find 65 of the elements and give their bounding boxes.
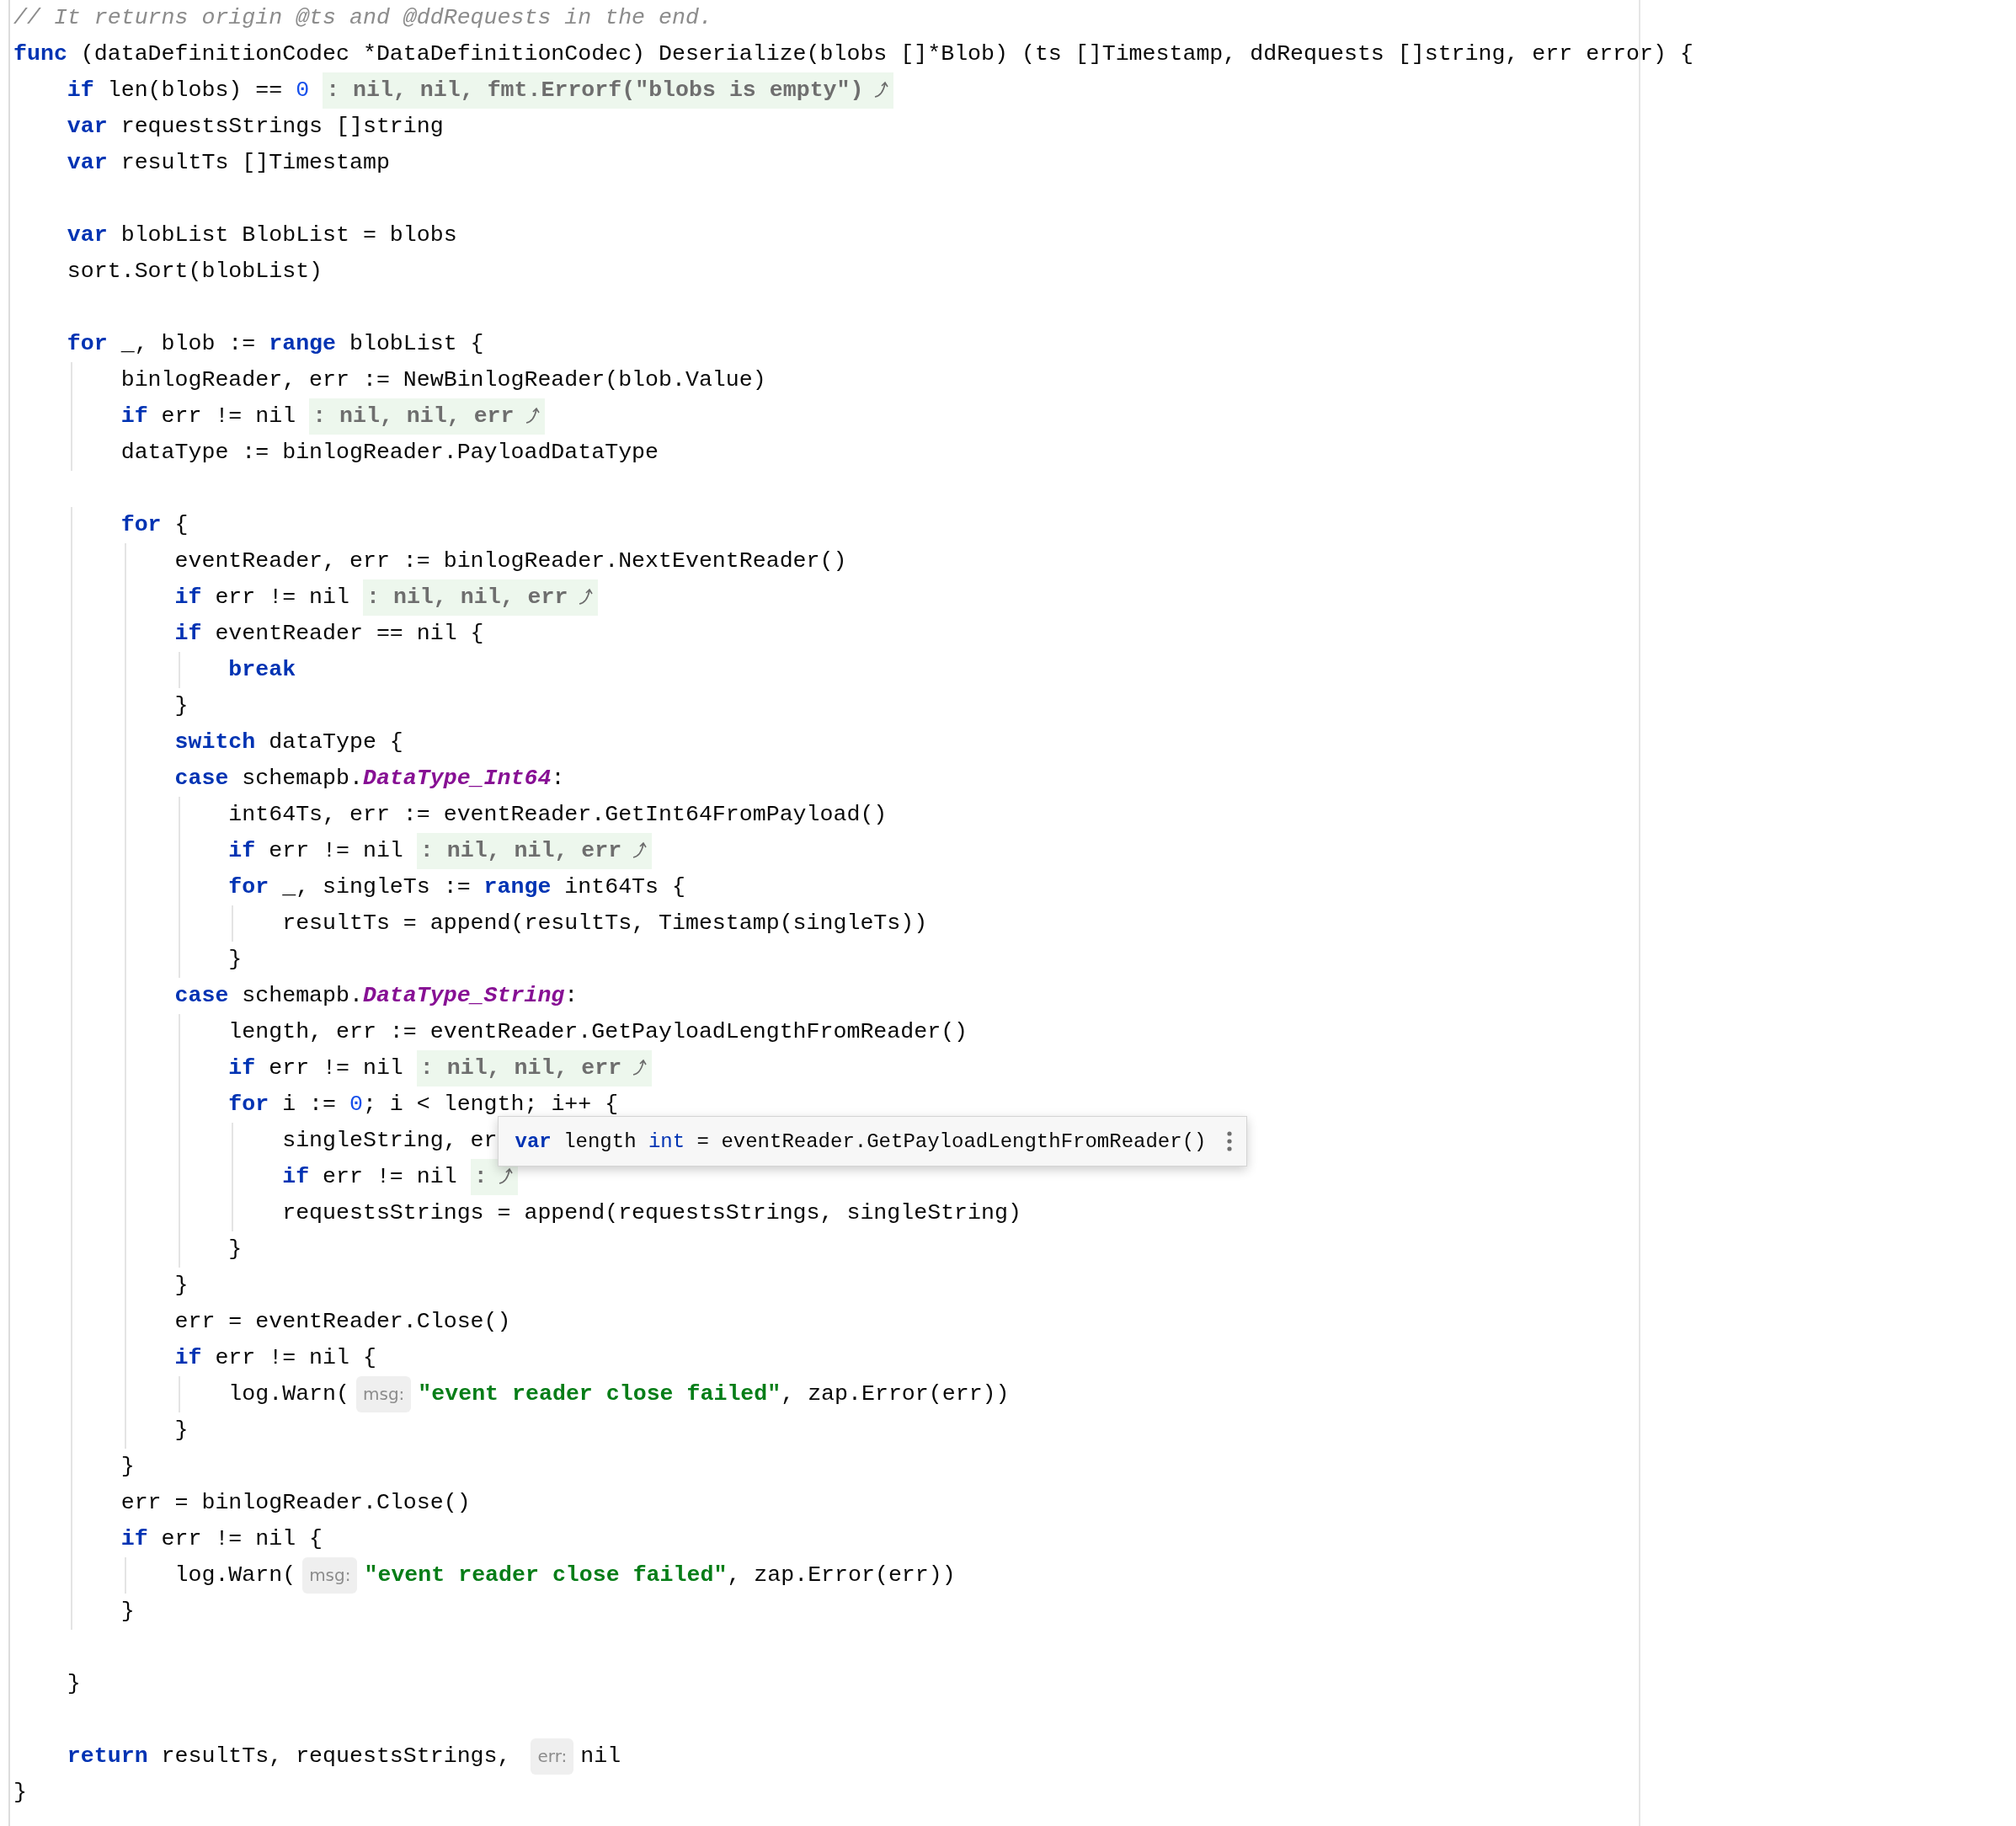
folded-code[interactable]: : nil, nil, err [363, 579, 599, 616]
code-text: log.Warn( [173, 1562, 296, 1589]
code-text: var resultTs []Timestamp [66, 149, 390, 177]
tooltip-text: var length int = eventReader.GetPayloadLengthFromReader() [515, 1129, 1207, 1155]
curved-arrow-icon [873, 80, 891, 99]
code-text: for i := 0; i < length; i++ { [227, 1091, 619, 1119]
code-text: case schemapb.DataType_Int64: [173, 765, 565, 793]
code-text: requestsStrings = append(requestsStrings, singleString) [281, 1199, 1021, 1227]
code-text: } [66, 1670, 81, 1698]
code-text: if err != nil [227, 1054, 403, 1082]
code-text: } [227, 946, 243, 974]
code-text: if err != nil [281, 1163, 457, 1191]
curved-arrow-icon [578, 587, 595, 606]
code-text: } [173, 1272, 189, 1300]
code-text: } [13, 1779, 27, 1807]
more-icon[interactable] [1225, 1130, 1233, 1152]
code-text: singleString, er [281, 1127, 498, 1155]
folded-code[interactable]: : nil, nil, err [416, 833, 653, 869]
code-text: var requestsStrings []string [66, 113, 444, 141]
parameter-hint: msg: [356, 1376, 412, 1412]
code-text: err = eventReader.Close() [173, 1308, 511, 1336]
code-text: int64Ts, err := eventReader.GetInt64FromPayload() [227, 801, 888, 829]
folded-code[interactable]: : nil, nil, fmt.Errorf("blobs is empty") [323, 72, 894, 109]
code-text: var blobList BlobList = blobs [66, 222, 457, 249]
code-text: func (dataDefinitionCodec *DataDefinitionCodec) Deserialize(blobs []*Blob) (ts []Timestamp, ddRequests []string, err error) { [13, 40, 1693, 68]
curved-arrow-icon [497, 1167, 515, 1185]
code-text: if err != nil { [120, 1525, 323, 1553]
curved-arrow-icon [632, 841, 649, 859]
folded-code[interactable]: : nil, nil, err [416, 1050, 653, 1087]
curved-arrow-icon [632, 1058, 649, 1076]
code-text: } [120, 1598, 135, 1626]
code-text: } [120, 1453, 135, 1481]
parameter-hint: err: [531, 1738, 574, 1775]
code-text: if err != nil { [173, 1344, 376, 1372]
code-text: length, err := eventReader.GetPayloadLengthFromReader() [227, 1018, 968, 1046]
code-text: break [227, 656, 296, 684]
code-text: if err != nil [120, 403, 296, 430]
code-text: case schemapb.DataType_String: [173, 982, 579, 1010]
parameter-hint: msg: [302, 1557, 358, 1594]
code-text: if len(blobs) == 0 [66, 77, 310, 104]
folded-code[interactable]: : nil, nil, err [309, 398, 545, 435]
code-text: if eventReader == nil { [173, 620, 484, 648]
code-text: for { [120, 511, 189, 539]
code-text: if err != nil [227, 837, 403, 865]
code-text: if err != nil [173, 584, 349, 611]
code-text: "event reader close failed", zap.Error(err)) [418, 1380, 1010, 1408]
code-text: nil [580, 1743, 621, 1770]
curved-arrow-icon [524, 406, 541, 424]
code-text: sort.Sort(blobList) [66, 258, 323, 286]
code-text: log.Warn( [227, 1380, 349, 1408]
code-text: } [173, 692, 189, 720]
code-text: // It returns origin @ts and @ddRequests in the end. [13, 4, 712, 32]
code-text: return resultTs, requestsStrings, [66, 1743, 512, 1770]
code-text: } [227, 1236, 243, 1263]
code-text: eventReader, err := binlogReader.NextEventReader() [173, 547, 847, 575]
code-text: } [173, 1417, 189, 1444]
code-text: "event reader close failed", zap.Error(err)) [364, 1562, 956, 1589]
code-text: resultTs = append(resultTs, Timestamp(singleTs)) [281, 910, 928, 937]
code-text: switch dataType { [173, 729, 403, 756]
code-text: binlogReader, err := NewBinlogReader(blob.Value) [120, 366, 766, 394]
code-text: err = binlogReader.Close() [120, 1489, 471, 1517]
code-text: dataType := binlogReader.PayloadDataType [120, 439, 659, 467]
code-text: for _, singleTs := range int64Ts { [227, 873, 685, 901]
folded-code[interactable]: : [470, 1159, 518, 1195]
code-text: for _, blob := range blobList { [66, 330, 484, 358]
